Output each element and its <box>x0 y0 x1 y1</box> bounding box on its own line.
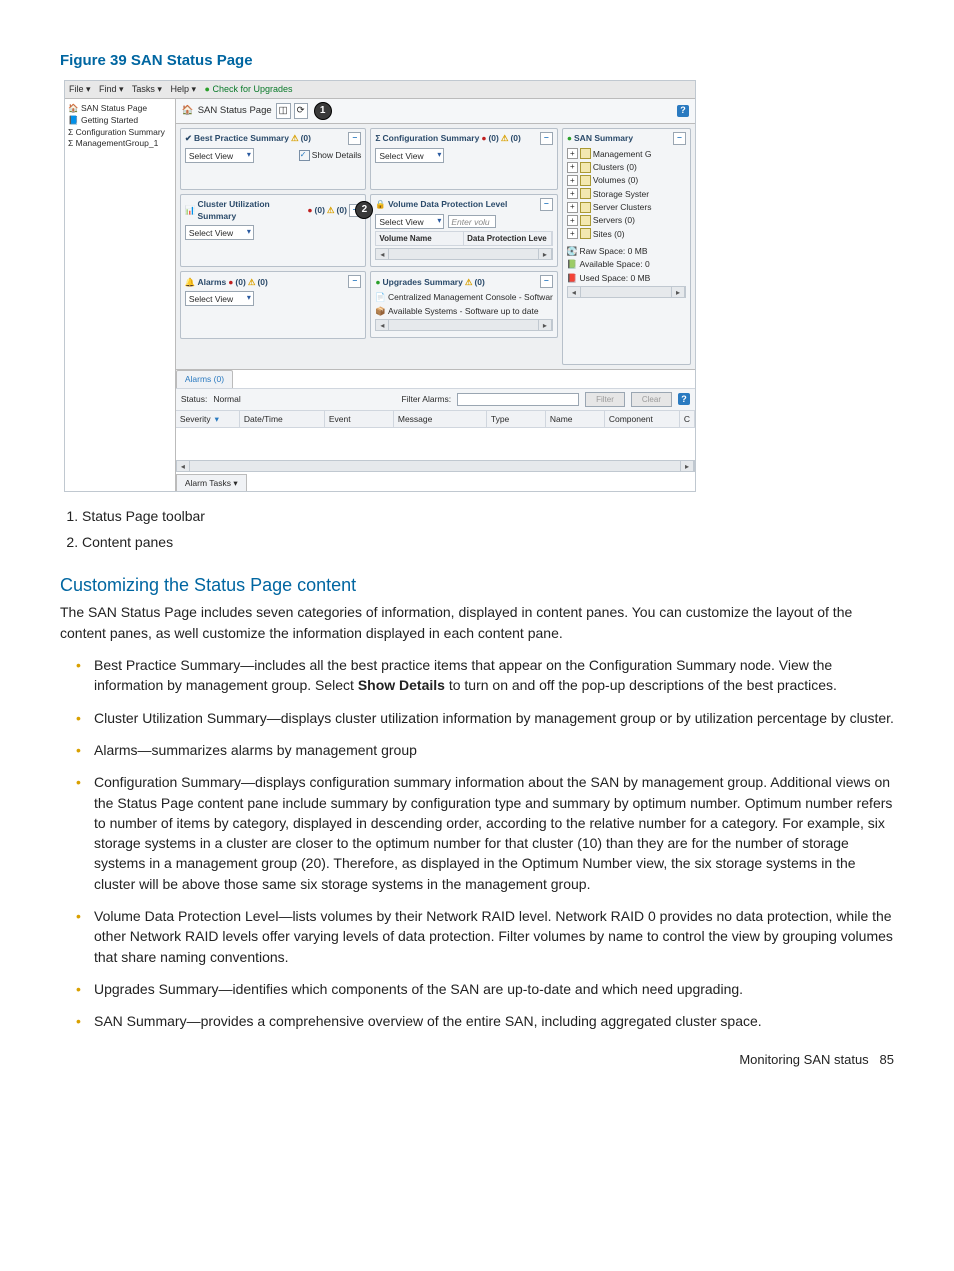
bullet-list: Best Practice Summary—includes all the b… <box>60 655 894 1031</box>
select-view[interactable]: Select View <box>185 225 254 240</box>
nav-item[interactable]: Σ ManagementGroup_1 <box>68 138 172 150</box>
col-message[interactable]: Message <box>394 411 487 427</box>
status-label: Status: <box>181 393 207 405</box>
pane-alarms: 🔔 Alarms ●(0) ⚠(0)– Select View <box>180 271 367 339</box>
nav-item[interactable]: 📘 Getting Started <box>68 115 172 127</box>
menu-tasks[interactable]: Tasks ▾ <box>132 84 162 94</box>
alarm-tasks-button[interactable]: Alarm Tasks ▾ <box>176 474 247 491</box>
nav-item[interactable]: 🏠 SAN Status Page <box>68 103 172 115</box>
scrollbar[interactable]: ◂▸ <box>176 460 695 472</box>
section-heading: Customizing the Status Page content <box>60 572 894 598</box>
bullet-item: Alarms—summarizes alarms by management g… <box>94 740 894 760</box>
pane-config-summary: Σ Configuration Summary ●(0) ⚠(0)– Selec… <box>370 128 557 190</box>
alarms-tab[interactable]: Alarms (0) <box>176 370 233 387</box>
toolbar-icon[interactable]: ⟳ <box>294 103 308 119</box>
filter-label: Filter Alarms: <box>402 393 452 405</box>
page-title: SAN Status Page <box>198 104 272 118</box>
collapse-icon[interactable]: – <box>540 132 553 145</box>
filter-button[interactable]: Filter <box>585 392 625 408</box>
col-component[interactable]: Component <box>605 411 680 427</box>
bullet-item: Upgrades Summary—identifies which compon… <box>94 979 894 999</box>
filter-input[interactable]: Enter volu <box>448 215 496 228</box>
legend-item: Content panes <box>82 532 894 552</box>
scrollbar[interactable]: ◂▸ <box>567 286 686 298</box>
select-view[interactable]: Select View <box>375 214 444 229</box>
filter-input[interactable] <box>457 393 579 406</box>
col-c[interactable]: C <box>680 411 695 427</box>
page-toolbar: 🏠 SAN Status Page ◫ ⟳ 1 ? <box>176 99 695 124</box>
help-icon[interactable]: ? <box>677 105 689 117</box>
col-type[interactable]: Type <box>487 411 546 427</box>
alarms-table-header: Severity Date/Time Event Message Type Na… <box>176 410 695 428</box>
alarms-panel: Alarms (0) Status: Normal Filter Alarms:… <box>176 369 695 491</box>
page-footer: Monitoring SAN status 85 <box>60 1051 894 1070</box>
select-view[interactable]: Select View <box>375 148 444 163</box>
intro-paragraph: The SAN Status Page includes seven categ… <box>60 602 894 643</box>
show-details-label: Show Details <box>312 150 362 160</box>
collapse-icon[interactable]: – <box>348 132 361 145</box>
menu-help[interactable]: Help ▾ <box>170 84 196 94</box>
menu-find[interactable]: Find ▾ <box>99 84 124 94</box>
col-name[interactable]: Name <box>546 411 605 427</box>
callout-1: 1 <box>314 102 332 120</box>
menu-file[interactable]: File ▾ <box>69 84 91 94</box>
col-datetime[interactable]: Date/Time <box>240 411 325 427</box>
content-panes: ✔ Best Practice Summary ⚠ (0)– Select Vi… <box>176 124 695 369</box>
bullet-item: Best Practice Summary—includes all the b… <box>94 655 894 696</box>
bullet-item: Configuration Summary—displays configura… <box>94 772 894 894</box>
collapse-icon[interactable]: – <box>673 132 686 145</box>
nav-item[interactable]: Σ Configuration Summary <box>68 127 172 139</box>
figure-legend: Status Page toolbar Content panes <box>60 506 894 553</box>
select-view[interactable]: Select View <box>185 291 254 306</box>
expand-icon[interactable]: + <box>567 188 578 199</box>
select-view[interactable]: Select View <box>185 148 254 163</box>
alarms-table-body <box>176 428 695 458</box>
bullet-item: Volume Data Protection Level—lists volum… <box>94 906 894 967</box>
col-event[interactable]: Event <box>325 411 394 427</box>
expand-icon[interactable]: + <box>567 148 578 159</box>
pane-best-practice: ✔ Best Practice Summary ⚠ (0)– Select Vi… <box>180 128 367 190</box>
menubar: File ▾ Find ▾ Tasks ▾ Help ▾ Check for U… <box>65 81 695 99</box>
expand-icon[interactable]: + <box>567 228 578 239</box>
expand-icon[interactable]: + <box>567 202 578 213</box>
show-details-checkbox[interactable] <box>299 150 310 161</box>
toolbar-icon[interactable]: ◫ <box>276 103 291 119</box>
expand-icon[interactable]: + <box>567 215 578 226</box>
pane-upgrades: ● Upgrades Summary ⚠(0)– 📄 Centralized M… <box>370 271 557 338</box>
pane-san-summary: ● SAN Summary– +Management G +Clusters (… <box>562 128 691 365</box>
clear-button[interactable]: Clear <box>631 392 672 408</box>
expand-icon[interactable]: + <box>567 175 578 186</box>
pane-volume-protection: 🔒 Volume Data Protection Level– Select V… <box>370 194 557 268</box>
nav-tree: 🏠 SAN Status Page 📘 Getting Started Σ Co… <box>65 99 176 492</box>
collapse-icon[interactable]: – <box>348 275 361 288</box>
status-value: Normal <box>213 393 240 405</box>
collapse-icon[interactable]: – <box>540 275 553 288</box>
legend-item: Status Page toolbar <box>82 506 894 526</box>
figure-caption: Figure 39 SAN Status Page <box>60 50 894 72</box>
bullet-item: SAN Summary—provides a comprehensive ove… <box>94 1011 894 1031</box>
check-upgrades-link[interactable]: Check for Upgrades <box>205 84 293 94</box>
pane-cluster-utilization: 📊 Cluster Utilization Summary ●(0) ⚠(0)–… <box>180 194 367 268</box>
collapse-icon[interactable]: – <box>540 198 553 211</box>
scrollbar[interactable]: ◂▸ <box>375 319 552 331</box>
help-icon[interactable]: ? <box>678 393 690 405</box>
vdpl-table: Volume NameData Protection Leve <box>375 231 552 247</box>
scrollbar[interactable]: ◂▸ <box>375 248 552 260</box>
screenshot-figure: File ▾ Find ▾ Tasks ▾ Help ▾ Check for U… <box>64 80 696 492</box>
bullet-item: Cluster Utilization Summary—displays clu… <box>94 708 894 728</box>
expand-icon[interactable]: + <box>567 162 578 173</box>
col-severity[interactable]: Severity <box>176 411 240 427</box>
